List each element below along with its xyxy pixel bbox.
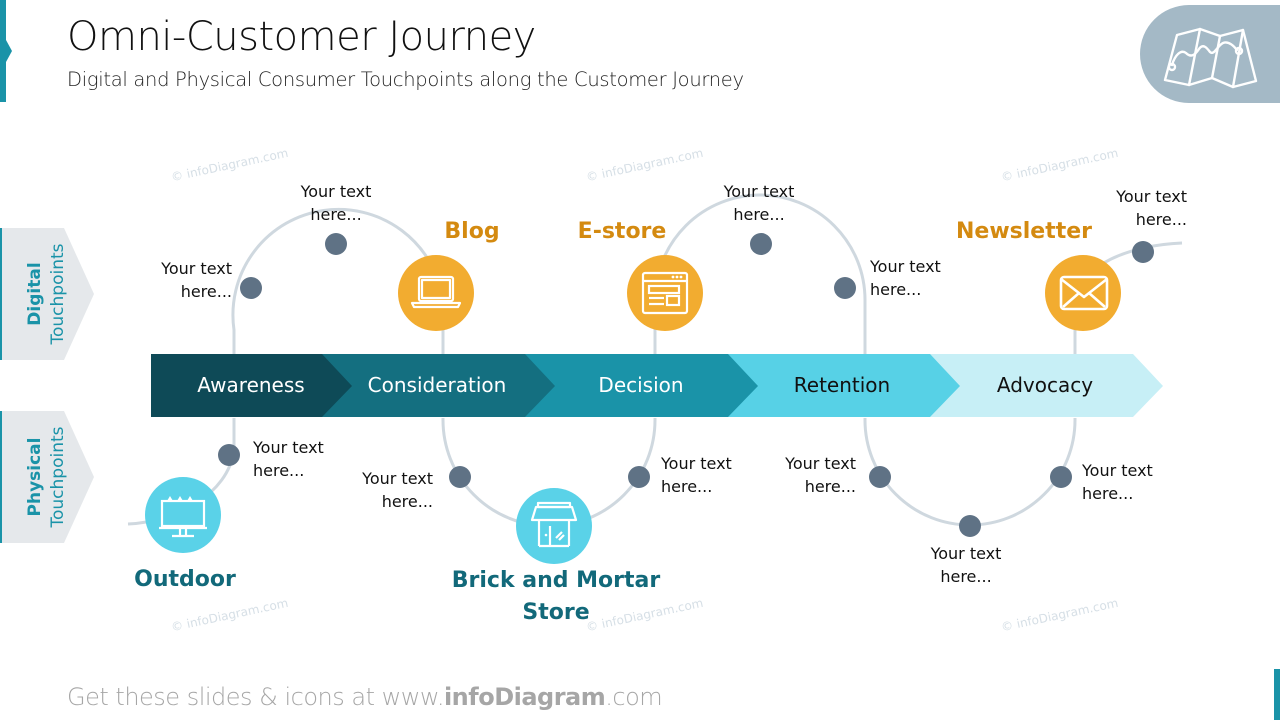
estore-touchpoint-circle [627,255,703,331]
touchpoint-label-blog: Blog [444,219,500,244]
touchpoint-label-newsletter: Newsletter [955,219,1093,244]
store-touchpoint-circle [516,488,592,564]
note-text[interactable]: Your text here... [774,452,856,498]
footer-credit: Get these slides & icons at www.infoDiag… [67,683,663,711]
note-text[interactable]: Your text here... [870,255,952,301]
touchpoint-label-outdoor: Outdoor [134,567,236,592]
note-text[interactable]: Your text here... [661,452,743,498]
stage-decision: Decision [598,373,684,397]
note-text[interactable]: Your text here... [150,257,232,303]
stage-consideration: Consideration [367,373,507,397]
stage-advocacy: Advocacy [996,373,1094,397]
blog-touchpoint-circle [398,255,474,331]
note-text[interactable]: Your text here... [295,180,377,226]
note-text[interactable]: Your text here... [351,467,433,513]
note-text[interactable]: Your text here... [253,436,335,482]
note-text[interactable]: Your text here... [925,542,1007,588]
newsletter-touchpoint-circle [1045,255,1121,331]
touchpoint-label-estore: E-store [577,219,667,244]
note-text[interactable]: Your text here... [1105,185,1187,231]
right-accent-bar [1274,669,1280,720]
stage-awareness: Awareness [197,373,305,397]
note-text[interactable]: Your text here... [718,180,800,226]
outdoor-touchpoint-circle [145,477,221,553]
stage-retention: Retention [793,373,891,397]
note-text[interactable]: Your text here... [1082,459,1164,505]
touchpoint-label-store: Brick and Mortar Store [451,568,661,625]
